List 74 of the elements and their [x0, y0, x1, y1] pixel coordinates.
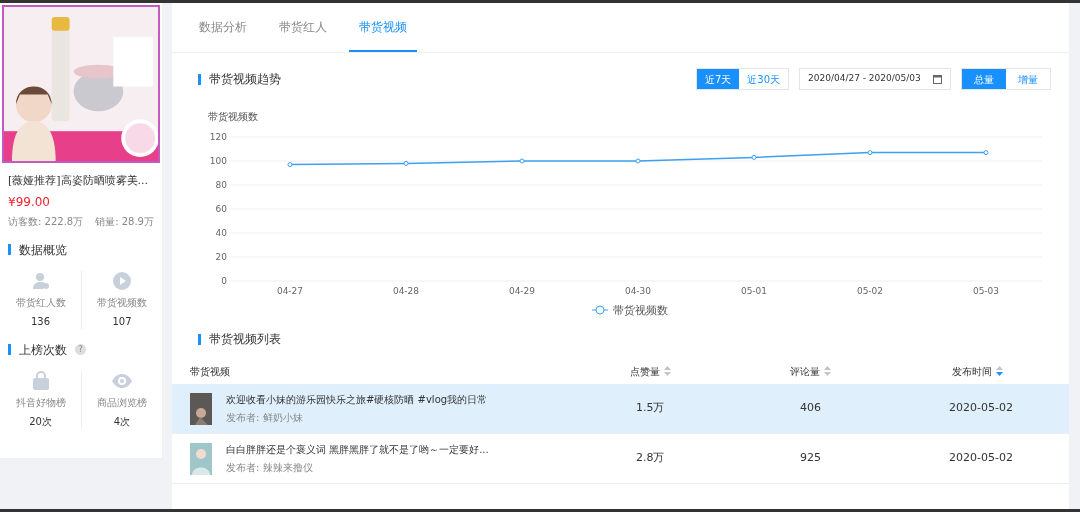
video-title: 白白胖胖还是个褒义词 黑胖黑胖了就不是了哟～一定要好... — [226, 443, 489, 457]
tab[interactable]: 带货红人 — [269, 3, 337, 52]
section-marker — [8, 244, 11, 255]
legend-label: 带货视频数 — [613, 304, 668, 316]
tab[interactable]: 带货视频 — [349, 3, 417, 52]
section-title: 数据概览 — [19, 241, 67, 259]
tab[interactable]: 数据分析 — [189, 3, 257, 52]
section-title: 上榜次数 — [19, 341, 67, 359]
play-icon — [112, 270, 132, 291]
column-header: 带货视频 — [190, 364, 230, 379]
column-header: 点赞量 — [629, 364, 660, 379]
mode-button[interactable]: 总量 — [962, 69, 1006, 89]
y-tick-label: 60 — [215, 204, 227, 214]
video-thumbnail — [190, 392, 212, 425]
sort-icon[interactable] — [663, 366, 671, 376]
x-tick-label: 04-27 — [276, 286, 304, 296]
table-cell-text: 2.8万 — [634, 450, 666, 467]
date-range-field[interactable]: 2020/04/27 - 2020/05/03 — [799, 68, 951, 90]
x-tick-label: 05-01 — [740, 286, 768, 296]
x-tick-label: 05-02 — [856, 286, 884, 296]
data-point — [635, 158, 641, 164]
stat-label: 商品浏览榜 — [97, 395, 147, 410]
column-header: 发布时间 — [952, 364, 992, 379]
stat-label: 带货红人数 — [15, 295, 66, 310]
y-axis-title: 带货视频数 — [208, 111, 258, 122]
x-tick-label: 04-29 — [508, 286, 536, 296]
calendar-icon — [933, 74, 942, 84]
stat-value: 136 — [30, 314, 51, 329]
stat-value: 20次 — [29, 414, 52, 429]
visitor-count: 访客数: 222.8万 — [8, 214, 84, 229]
data-point — [287, 162, 293, 168]
video-thumbnail — [190, 442, 212, 475]
sort-icon[interactable] — [824, 366, 831, 376]
sort-icon[interactable] — [996, 366, 1003, 376]
section-marker — [8, 344, 11, 355]
help-badge[interactable]: ? — [75, 344, 86, 355]
video-author: 发布者: 辣辣来撸仪 — [226, 461, 314, 475]
data-point — [867, 150, 873, 156]
product-price: ¥99.00 — [8, 193, 51, 211]
table-cell-text: 925 — [799, 450, 822, 467]
x-tick-label: 04-30 — [624, 286, 652, 296]
stat-value: 107 — [112, 314, 132, 329]
y-tick-label: 120 — [209, 132, 227, 142]
section-title: 带货视频列表 — [209, 331, 281, 348]
column-header: 评论量 — [790, 364, 820, 379]
section-marker — [198, 73, 201, 85]
table-cell-text: 2020-05-02 — [948, 450, 1014, 467]
x-tick-label: 05-03 — [972, 286, 1000, 296]
table-cell-text: 406 — [799, 400, 822, 417]
x-tick-label: 04-28 — [392, 286, 420, 296]
table-cell-text: 1.5万 — [634, 400, 666, 417]
data-point — [983, 150, 989, 156]
product-title[interactable]: [薇娅推荐]高姿防晒喷雾美... — [8, 173, 154, 190]
stat-label: 抖音好物榜 — [15, 395, 66, 410]
video-title: 欢迎收看小妹的游乐园快乐之旅#硬核防晒 #vlog我的日常 — [226, 393, 488, 407]
legend-icon — [591, 305, 609, 315]
range-button[interactable]: 近7天 — [696, 69, 740, 89]
table-row[interactable]: 欢迎收看小妹的游乐园快乐之旅#硬核防晒 #vlog我的日常 发布者: 鲜奶小妹 1.5万 406 2020-05-02 — [172, 384, 1069, 434]
stat-label: 带货视频数 — [97, 295, 147, 310]
table-cell-text: 2020-05-02 — [948, 400, 1014, 417]
person-icon — [30, 270, 51, 291]
section-title: 带货视频趋势 — [209, 71, 281, 88]
y-tick-label: 0 — [221, 276, 227, 286]
y-tick-label: 80 — [215, 180, 227, 190]
y-tick-label: 40 — [215, 228, 227, 238]
y-tick-label: 20 — [215, 252, 227, 262]
data-point — [519, 158, 525, 164]
data-point — [403, 160, 409, 166]
video-author: 发布者: 鲜奶小妹 — [226, 411, 304, 425]
stat-value: 4次 — [113, 414, 131, 429]
section-marker — [198, 333, 201, 345]
y-tick-label: 100 — [209, 156, 227, 166]
sales-count: 销量: 28.9万 — [95, 214, 154, 229]
data-point — [751, 154, 757, 160]
